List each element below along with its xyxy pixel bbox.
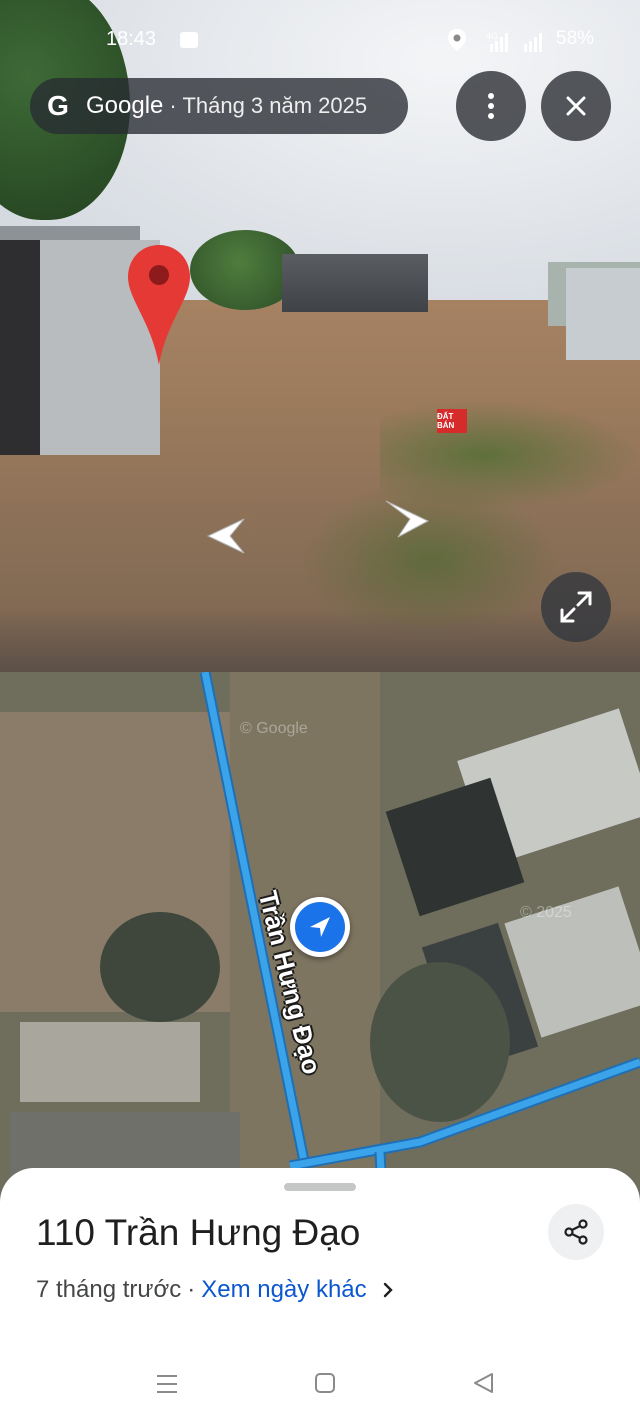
close-button[interactable] (541, 71, 611, 141)
place-title: 110 Trần Hưng Đạo (36, 1212, 361, 1253)
location-pin-icon (128, 245, 190, 365)
expand-icon (560, 591, 592, 623)
location-status-icon (448, 29, 466, 51)
share-button[interactable] (548, 1204, 604, 1260)
system-navigation-bar (0, 1360, 640, 1410)
drag-handle[interactable] (284, 1183, 356, 1191)
for-sale-sign: ĐẤT BÁN (437, 409, 467, 433)
navigation-arrow-icon (295, 902, 345, 952)
recent-apps-icon[interactable] (155, 1372, 179, 1396)
navigate-right-arrow-icon[interactable] (384, 497, 434, 539)
background-building (282, 254, 428, 312)
close-icon (566, 96, 586, 116)
svg-text:4G: 4G (486, 31, 498, 41)
signal-strength-icon: 4G (486, 31, 542, 52)
share-icon (564, 1219, 588, 1245)
back-icon[interactable] (472, 1372, 494, 1394)
current-location-marker[interactable] (290, 897, 350, 957)
message-notification-icon (180, 32, 198, 48)
chevron-right-icon[interactable] (381, 1281, 395, 1299)
see-other-dates-link[interactable]: Xem ngày khác (201, 1276, 366, 1304)
imagery-age: 7 tháng trước (36, 1276, 182, 1303)
separator-dot: · (169, 93, 177, 118)
right-wall (566, 268, 640, 360)
map-watermark: © 2025 (520, 904, 572, 921)
capture-date: Tháng 3 năm 2025 (182, 93, 368, 118)
home-icon[interactable] (314, 1372, 336, 1394)
more-options-button[interactable] (456, 71, 526, 141)
street-view-attribution: G Google · Tháng 3 năm 2025 (30, 78, 408, 134)
separator-dot: · (187, 1276, 196, 1303)
navigate-left-arrow-icon[interactable] (200, 515, 246, 557)
google-g-icon: G (47, 90, 69, 121)
status-time: 18:43 (106, 28, 157, 50)
brand-name: Google (86, 92, 164, 119)
fullscreen-button[interactable] (541, 572, 611, 642)
map-watermark: © Google (240, 720, 308, 737)
status-bar: 18:43 4G 58% (0, 24, 640, 56)
imagery-info: 7 tháng trước · Xem ngày khác (36, 1276, 395, 1304)
capture-date-sep: · Tháng 3 năm 2025 (169, 93, 367, 119)
vertical-dots-icon (488, 93, 494, 119)
battery-level: 58% (556, 28, 595, 49)
